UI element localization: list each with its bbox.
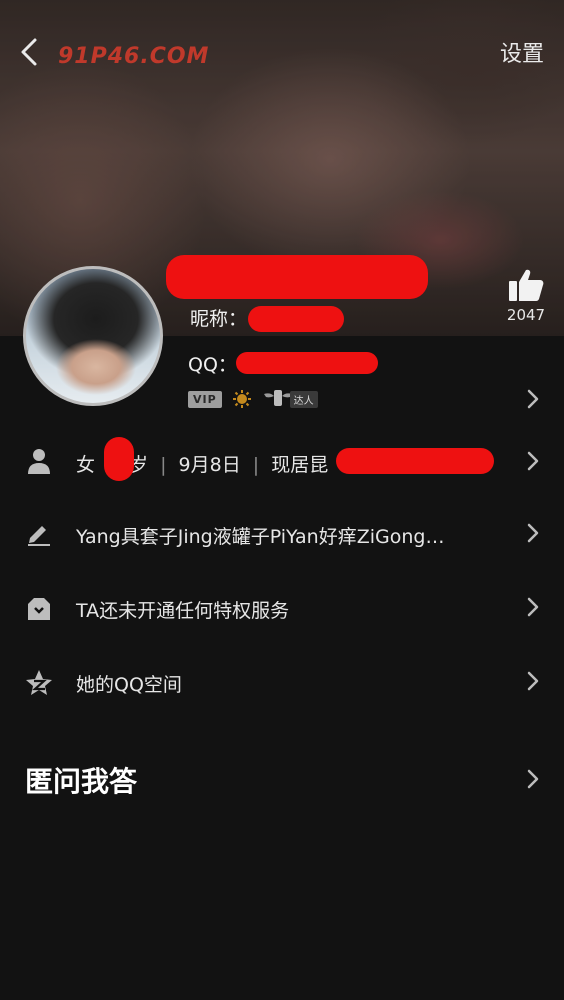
- redacted-name: [166, 255, 428, 299]
- sun-level-icon: [232, 390, 251, 408]
- daren-badge: 达人: [262, 388, 318, 410]
- chevron-right-icon: [527, 523, 539, 543]
- chevron-right-icon[interactable]: [526, 388, 540, 410]
- back-button[interactable]: [12, 34, 46, 70]
- privilege-text: TA还未开通任何特权服务: [76, 600, 290, 622]
- badge-row[interactable]: VIP 达人: [188, 388, 318, 410]
- person-icon: [28, 449, 50, 474]
- nickname-line: 昵称：: [190, 304, 247, 331]
- chevron-right-icon: [527, 451, 539, 471]
- qzone-text: 她的QQ空间: [76, 674, 182, 696]
- anonymous-qa-title[interactable]: 匿问我答: [25, 760, 137, 800]
- signature-text: Yang具套子Jing液罐子PiYan好痒ZiGong…: [76, 526, 445, 548]
- winged-shield-icon: [263, 390, 292, 406]
- thumbs-up-icon: [509, 269, 544, 301]
- like-count: 2047: [506, 306, 546, 324]
- chevron-left-icon: [21, 38, 37, 66]
- privilege-icon: [28, 598, 50, 620]
- qq-number-line: QQ：: [188, 350, 237, 377]
- redacted-nickname: [248, 306, 344, 332]
- nickname-label: 昵称：: [190, 308, 248, 330]
- chevron-right-icon: [527, 597, 539, 617]
- watermark-text: 91P46.COM: [58, 44, 210, 69]
- qq-label: QQ：: [188, 354, 237, 376]
- like-button[interactable]: 2047: [500, 268, 552, 330]
- pencil-icon: [28, 526, 50, 546]
- chevron-right-icon: [527, 671, 539, 691]
- qzone-row[interactable]: 她的QQ空间: [0, 648, 564, 718]
- settings-button[interactable]: 设置: [500, 36, 544, 68]
- avatar[interactable]: [23, 266, 163, 406]
- gender-text: 女: [76, 454, 96, 476]
- daren-label: 达人: [289, 390, 318, 408]
- birthday-text: 9月8日: [178, 454, 241, 476]
- redacted-age: [104, 437, 134, 481]
- chevron-right-icon[interactable]: [526, 768, 540, 790]
- privilege-row[interactable]: TA还未开通任何特权服务: [0, 574, 564, 644]
- redacted-qq: [236, 352, 378, 374]
- qzone-star-icon: [26, 670, 52, 695]
- redacted-location: [336, 448, 494, 474]
- location-prefix: 现居昆: [271, 454, 329, 476]
- signature-row[interactable]: Yang具套子Jing液罐子PiYan好痒ZiGong…: [0, 498, 564, 568]
- vip-badge: VIP: [188, 390, 222, 408]
